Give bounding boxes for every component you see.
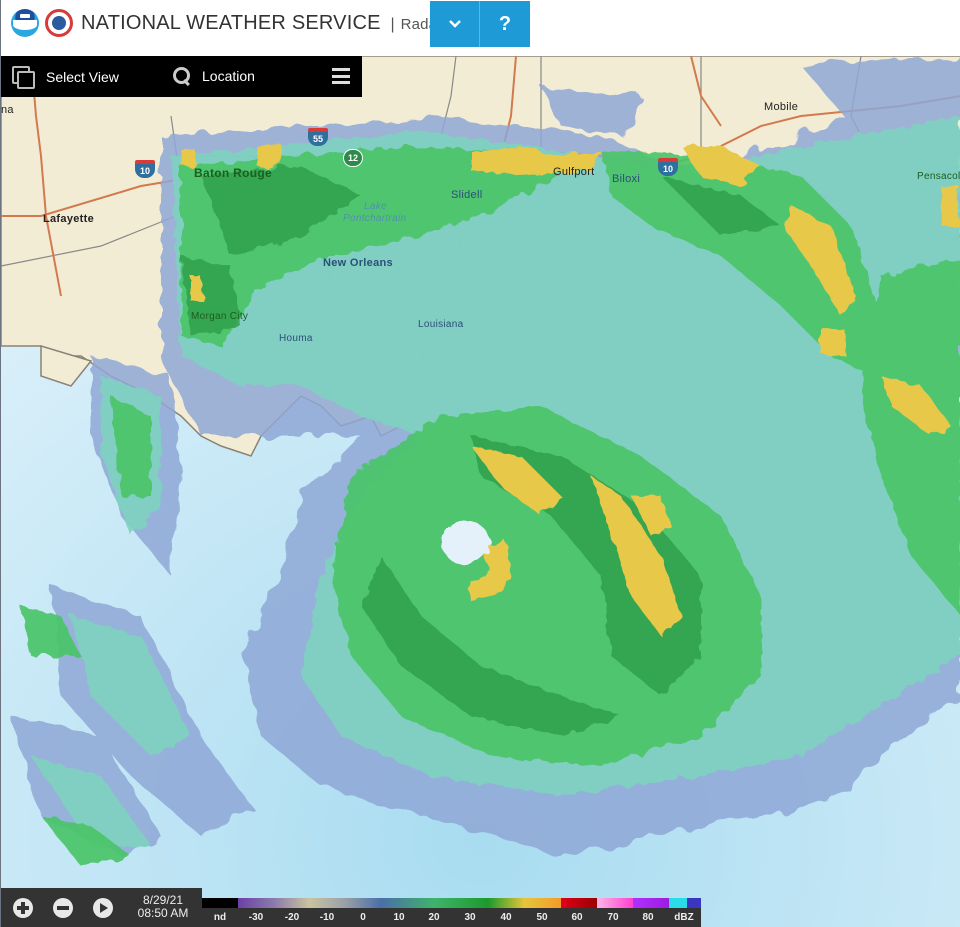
city-label[interactable]: Slidell [451, 189, 482, 201]
site-title-text: NATIONAL WEATHER SERVICE [81, 12, 381, 34]
help-button[interactable]: ? [480, 1, 530, 47]
city-label[interactable]: Pensacola [917, 171, 960, 182]
legend-segment [597, 898, 633, 908]
legend-segment [633, 898, 669, 908]
copy-icon [12, 66, 35, 89]
hamburger-menu-icon [332, 68, 350, 84]
interstate-shield: 10 [135, 160, 155, 178]
legend-label: 10 [393, 912, 405, 923]
zoom-in-button[interactable] [13, 898, 33, 918]
legend-label: dBZ [674, 912, 694, 923]
select-view-button[interactable]: Select View [12, 66, 119, 89]
search-icon [172, 66, 192, 86]
playback-controls: 8/29/21 08:50 AM [1, 888, 202, 927]
city-label[interactable]: Houma [279, 333, 313, 344]
nws-radar-app: NATIONAL WEATHER SERVICE | Radar ? Baton… [0, 0, 960, 927]
city-label[interactable]: Morgan City [191, 311, 248, 322]
water-label-pontchartrain: Pontchartrain [343, 213, 407, 224]
legend-label: -30 [248, 912, 264, 923]
legend-segment [202, 898, 238, 908]
interstate-shield: 55 [308, 128, 328, 146]
noaa-logo-icon[interactable] [11, 9, 39, 37]
zoom-out-button[interactable] [53, 898, 73, 918]
radar-map-canvas[interactable] [1, 56, 960, 927]
water-label-lake: Lake [364, 201, 387, 212]
site-header: NATIONAL WEATHER SERVICE | Radar ? [1, 0, 960, 56]
legend-label: 60 [571, 912, 583, 923]
nws-logo-icon[interactable] [45, 9, 73, 37]
legend-color-bar [202, 898, 701, 908]
legend-label: 0 [360, 912, 366, 923]
reflectivity-legend: nd -30 -20 -10 0 10 20 30 40 50 60 70 80 dBZ [202, 898, 701, 927]
hurricane-eye [442, 521, 490, 565]
legend-segment [561, 898, 597, 908]
city-label[interactable]: Mobile [764, 101, 798, 113]
radar-map[interactable]: Baton Rouge Lafayette New Orleans Morgan… [1, 56, 960, 927]
city-label[interactable]: Lafayette [43, 213, 94, 225]
location-button[interactable]: Location [172, 66, 255, 86]
radar-timestamp: 8/29/21 08:50 AM [131, 894, 195, 920]
legend-label: 20 [428, 912, 440, 923]
legend-segment [669, 898, 687, 908]
legend-label: -20 [284, 912, 300, 923]
map-toolbar: Select View Location [1, 56, 362, 97]
city-label-partial: na [1, 104, 14, 116]
chevron-down-icon [448, 20, 461, 28]
region-label: Louisiana [418, 319, 464, 330]
legend-label: nd [213, 912, 227, 923]
us-highway-shield: 12 [343, 149, 363, 167]
city-label[interactable]: Gulfport [553, 166, 595, 178]
legend-label: -10 [319, 912, 335, 923]
menu-button[interactable] [332, 68, 350, 84]
interstate-shield: 10 [658, 158, 678, 176]
play-button[interactable] [93, 898, 113, 918]
dropdown-button[interactable] [430, 1, 480, 47]
legend-label: 70 [607, 912, 619, 923]
location-label: Location [202, 68, 255, 84]
site-title[interactable]: NATIONAL WEATHER SERVICE | Radar [81, 12, 442, 35]
select-view-label: Select View [46, 69, 119, 85]
legend-labels: nd -30 -20 -10 0 10 20 30 40 50 60 70 80 dBZ [202, 908, 701, 927]
legend-segment [381, 898, 488, 908]
legend-label: 40 [500, 912, 512, 923]
city-label[interactable]: Biloxi [612, 173, 640, 185]
legend-label: 30 [464, 912, 476, 923]
legend-label: 50 [536, 912, 548, 923]
city-label[interactable]: Baton Rouge [194, 166, 272, 180]
city-label[interactable]: New Orleans [323, 257, 393, 269]
legend-label: 80 [642, 912, 654, 923]
title-separator: | [390, 16, 395, 33]
radar-time: 08:50 AM [137, 906, 189, 920]
legend-segment [488, 898, 561, 908]
legend-segment [687, 898, 701, 908]
legend-segment [238, 898, 381, 908]
